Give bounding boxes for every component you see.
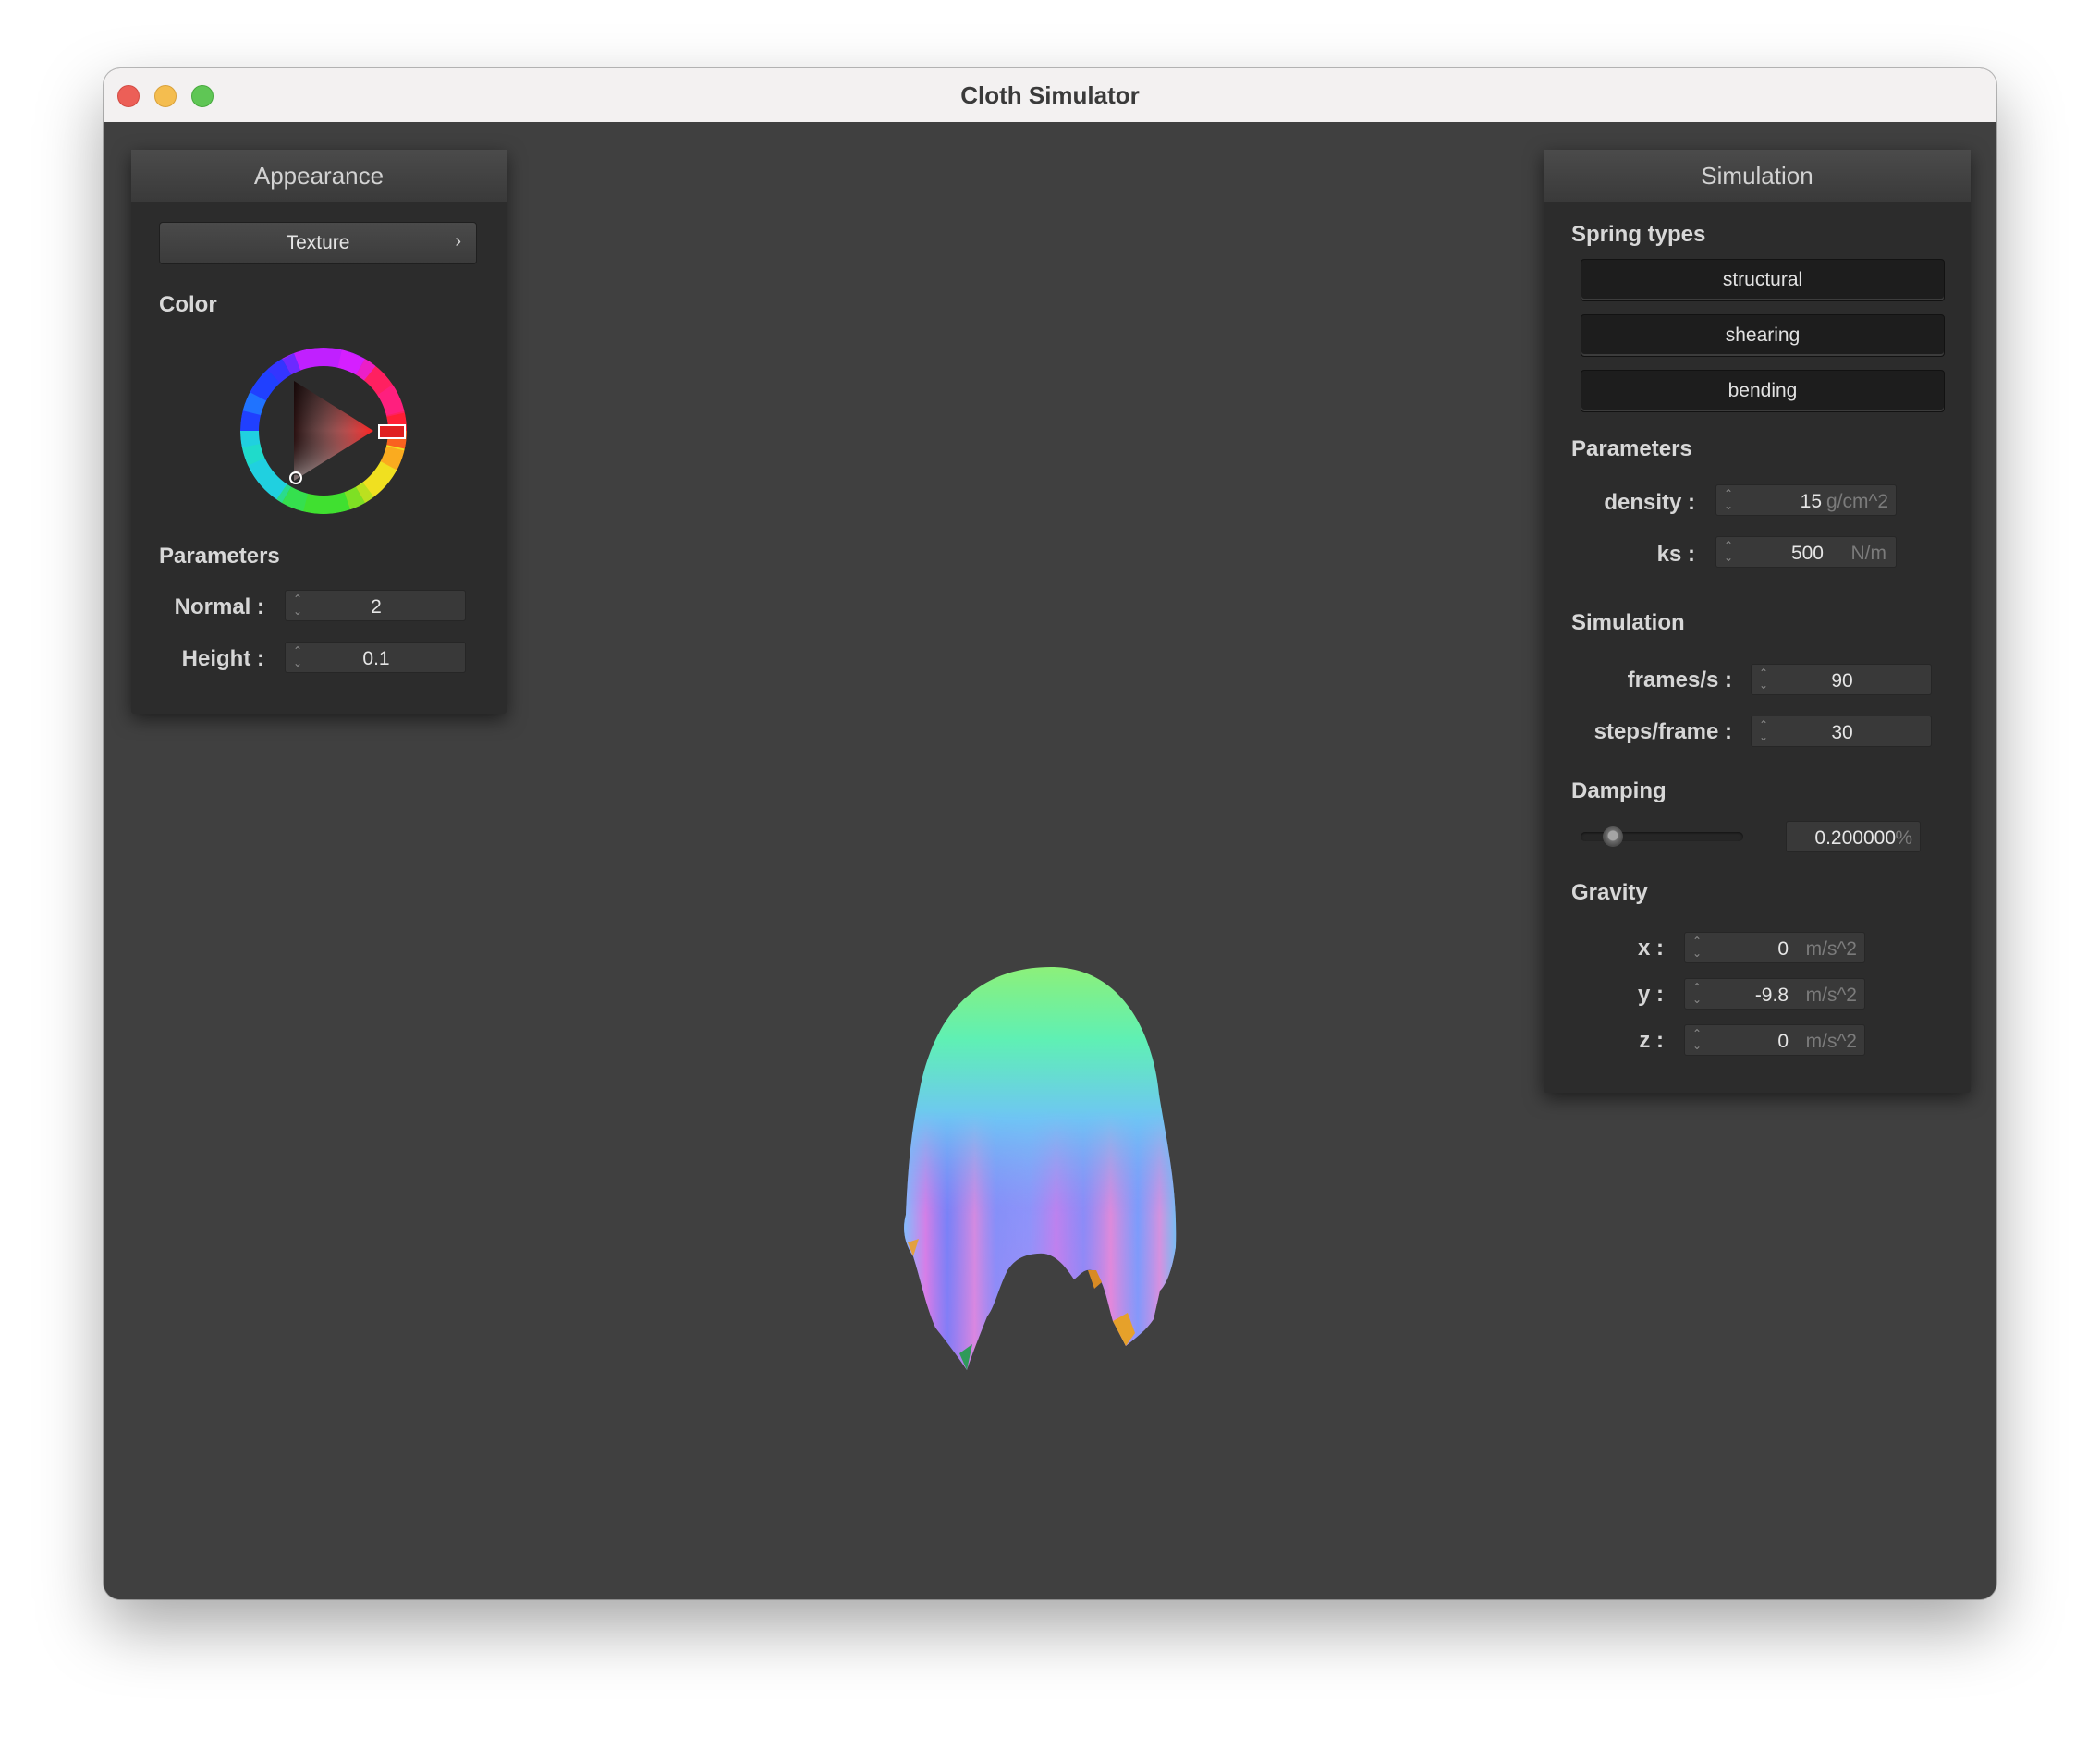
gravity-x-unit: m/s^2 [1805, 938, 1857, 960]
density-value: 15 [1800, 491, 1822, 512]
gravity-x-label: x : [1637, 936, 1664, 961]
gravity-x-value: 0 [1777, 938, 1789, 960]
title-bar: Cloth Simulator [104, 68, 1996, 123]
damping-label: Damping [1571, 778, 1667, 803]
simulation-panel: Simulation Spring types structural shear… [1544, 150, 1971, 1093]
gravity-z-label: z : [1639, 1028, 1664, 1053]
damping-value: 0.200000 [1814, 827, 1896, 849]
spinner-arrows-icon[interactable]: ⌃ ⌄ [1724, 488, 1735, 514]
window-title: Cloth Simulator [960, 81, 1140, 109]
damping-slider-handle[interactable] [1603, 826, 1624, 847]
texture-button[interactable]: Texture › [159, 222, 477, 264]
sim-parameters-label: Parameters [1571, 436, 1692, 461]
gravity-y-unit: m/s^2 [1805, 985, 1857, 1006]
spinner-arrows-icon[interactable]: ⌃ ⌄ [1692, 936, 1703, 961]
structural-spring-button[interactable]: structural [1581, 259, 1945, 301]
spinner-arrows-icon[interactable]: ⌃ ⌄ [1724, 540, 1735, 566]
app-window: Cloth Simulator Appearance Texture › Col… [104, 68, 1996, 1599]
density-label: density : [1604, 490, 1695, 515]
spring-types-label: Spring types [1571, 222, 1706, 247]
appearance-panel: Appearance Texture › Color Parameters No… [131, 150, 507, 714]
shearing-spring-button[interactable]: shearing [1581, 314, 1945, 357]
gravity-y-label: y : [1637, 982, 1664, 1007]
normal-value: 2 [371, 596, 382, 618]
density-unit: g/cm^2 [1825, 491, 1888, 512]
frames-per-second-value: 90 [1831, 670, 1853, 692]
steps-per-frame-input[interactable]: ⌃ ⌄ 30 [1751, 716, 1932, 747]
gravity-z-value: 0 [1777, 1031, 1789, 1052]
damping-input[interactable]: 0.200000 % [1786, 821, 1921, 852]
normal-label: Normal : [174, 594, 264, 619]
ks-input[interactable]: ⌃ ⌄ 500 N/m [1715, 536, 1897, 568]
bending-spring-button[interactable]: bending [1581, 370, 1945, 412]
normal-input[interactable]: ⌃ ⌄ 2 [285, 590, 466, 621]
gravity-y-input[interactable]: ⌃ ⌄ -9.8 m/s^2 [1684, 978, 1865, 1010]
texture-button-label: Texture [286, 232, 350, 253]
ks-value: 500 [1790, 543, 1824, 564]
appearance-panel-header[interactable]: Appearance [131, 150, 507, 202]
density-input[interactable]: ⌃ ⌄ 15 g/cm^2 [1715, 484, 1897, 516]
damping-unit: % [1895, 827, 1912, 849]
spinner-arrows-icon[interactable]: ⌃ ⌄ [1692, 1028, 1703, 1054]
height-value: 0.1 [362, 648, 390, 669]
appearance-parameters-label: Parameters [159, 544, 280, 569]
frames-per-second-label: frames/s : [1627, 667, 1732, 692]
steps-per-frame-label: steps/frame : [1593, 719, 1732, 744]
simulation-panel-header[interactable]: Simulation [1544, 150, 1971, 202]
height-label: Height : [181, 646, 264, 671]
steps-per-frame-value: 30 [1831, 722, 1853, 743]
gravity-z-unit: m/s^2 [1805, 1031, 1857, 1052]
gravity-x-input[interactable]: ⌃ ⌄ 0 m/s^2 [1684, 932, 1865, 963]
spinner-arrows-icon[interactable]: ⌃ ⌄ [1692, 982, 1703, 1008]
height-input[interactable]: ⌃ ⌄ 0.1 [285, 642, 466, 673]
ks-unit: N/m [1850, 543, 1887, 564]
color-wheel[interactable] [238, 346, 409, 516]
gravity-label: Gravity [1571, 880, 1648, 905]
gravity-y-value: -9.8 [1754, 985, 1789, 1006]
gravity-z-input[interactable]: ⌃ ⌄ 0 m/s^2 [1684, 1024, 1865, 1056]
frames-per-second-input[interactable]: ⌃ ⌄ 90 [1751, 664, 1932, 695]
chevron-right-icon: › [455, 231, 461, 251]
color-section-label: Color [159, 292, 217, 317]
ks-label: ks : [1656, 542, 1695, 567]
cloth-render [904, 967, 1177, 1370]
simulation-section-label: Simulation [1571, 610, 1685, 635]
